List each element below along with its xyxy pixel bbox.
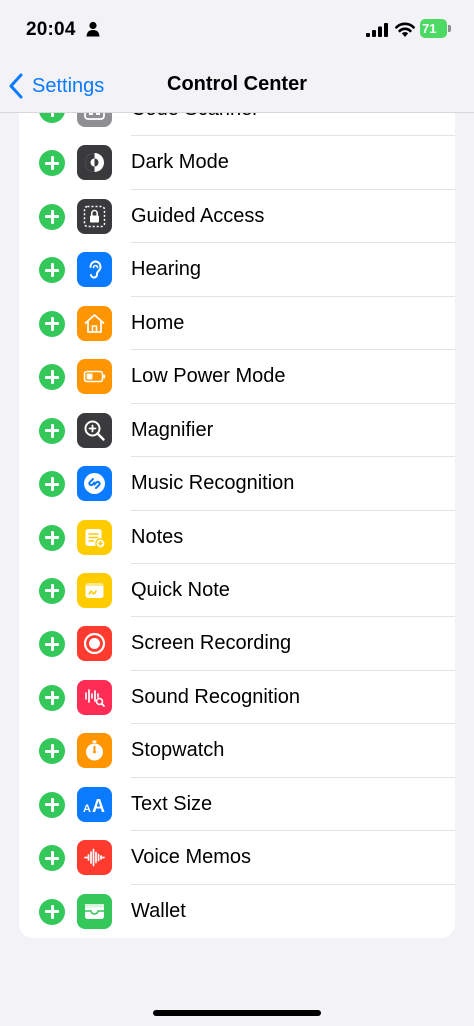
add-control-button[interactable] xyxy=(39,845,65,872)
add-control-button[interactable] xyxy=(39,364,65,391)
home-indicator[interactable] xyxy=(153,1010,321,1016)
add-control-button[interactable] xyxy=(39,113,65,123)
control-row-screen-recording: Screen Recording xyxy=(19,617,455,671)
control-row-stopwatch: Stopwatch xyxy=(19,724,455,778)
control-label: Guided Access xyxy=(131,204,265,227)
quick-note-icon xyxy=(77,572,112,608)
add-control-button[interactable] xyxy=(39,471,65,498)
control-label: Low Power Mode xyxy=(131,365,286,388)
battery-indicator: 71 xyxy=(420,19,452,39)
dark-mode-icon xyxy=(77,145,112,181)
control-label: Stopwatch xyxy=(131,739,225,762)
control-row-hearing: Hearing xyxy=(19,243,455,297)
control-label: Voice Memos xyxy=(131,846,252,869)
status-time: 20:04 xyxy=(26,19,76,40)
stopwatch-icon xyxy=(77,733,112,769)
control-row-sound-recognition: Sound Recognition xyxy=(19,671,455,725)
control-row-home: Home xyxy=(19,297,455,351)
add-control-button[interactable] xyxy=(39,150,65,177)
control-row-text-size: A A Text Size xyxy=(19,778,455,832)
control-row-wallet: Wallet xyxy=(19,885,455,938)
add-control-button[interactable] xyxy=(39,577,65,604)
add-control-button[interactable] xyxy=(39,898,65,925)
page-title: Control Center xyxy=(167,73,307,95)
control-label: Quick Note xyxy=(131,578,230,601)
control-row-magnifier: Magnifier xyxy=(19,404,455,458)
control-label: Hearing xyxy=(131,258,202,281)
add-control-button[interactable] xyxy=(39,631,65,658)
battery-icon xyxy=(77,359,112,395)
add-control-button[interactable] xyxy=(39,738,65,765)
qr-code-icon xyxy=(77,113,112,127)
more-controls-list: Code Scanner Dark Mode Guided Access Hearin… xyxy=(19,113,455,938)
waveform-icon xyxy=(77,840,112,876)
control-row-low-power-mode: Low Power Mode xyxy=(19,350,455,404)
controls-list-scroll[interactable]: Code Scanner Dark Mode Guided Access Hearin… xyxy=(0,113,474,1026)
wifi-icon xyxy=(395,22,415,37)
svg-text:A: A xyxy=(92,796,105,816)
add-control-button[interactable] xyxy=(39,791,65,818)
ear-icon xyxy=(77,252,112,288)
control-row-quick-note: Quick Note xyxy=(19,564,455,618)
navigation-bar: Settings Control Center xyxy=(0,60,474,113)
add-control-button[interactable] xyxy=(39,417,65,444)
sound-recognition-icon xyxy=(77,679,112,715)
person-icon xyxy=(86,21,100,37)
control-row-notes: Notes xyxy=(19,511,455,564)
record-icon xyxy=(77,626,112,662)
control-row-voice-memos: Voice Memos xyxy=(19,831,455,885)
battery-percent: 71 xyxy=(422,21,437,36)
control-row-code-scanner: Code Scanner xyxy=(19,113,455,137)
svg-text:A: A xyxy=(83,803,91,815)
status-bar: 20:04 71 xyxy=(0,0,474,60)
control-label: Magnifier xyxy=(131,418,214,441)
control-label: Music Recognition xyxy=(131,472,295,495)
control-row-guided-access: Guided Access xyxy=(19,190,455,244)
control-label: Notes xyxy=(131,525,184,548)
control-row-dark-mode: Dark Mode xyxy=(19,136,455,190)
add-control-button[interactable] xyxy=(39,257,65,284)
control-label: Screen Recording xyxy=(131,632,292,655)
cellular-signal-icon xyxy=(366,23,388,37)
control-label: Sound Recognition xyxy=(131,685,301,708)
control-label: Home xyxy=(131,311,185,334)
wallet-icon xyxy=(77,893,112,929)
shazam-icon xyxy=(77,466,112,502)
add-control-button[interactable] xyxy=(39,684,65,711)
text-size-icon: AA xyxy=(77,786,112,822)
control-label: Text Size xyxy=(131,792,213,815)
control-label: Wallet xyxy=(131,899,186,922)
add-control-button[interactable] xyxy=(39,524,65,551)
notes-icon xyxy=(77,519,112,555)
add-control-button[interactable] xyxy=(39,310,65,337)
add-control-button[interactable] xyxy=(39,203,65,230)
lock-icon xyxy=(77,198,112,234)
house-icon xyxy=(77,305,112,341)
magnifier-icon xyxy=(77,412,112,448)
control-row-music-recognition: Music Recognition xyxy=(19,457,455,511)
control-label: Dark Mode xyxy=(131,151,229,174)
control-label: Code Scanner xyxy=(131,113,259,121)
